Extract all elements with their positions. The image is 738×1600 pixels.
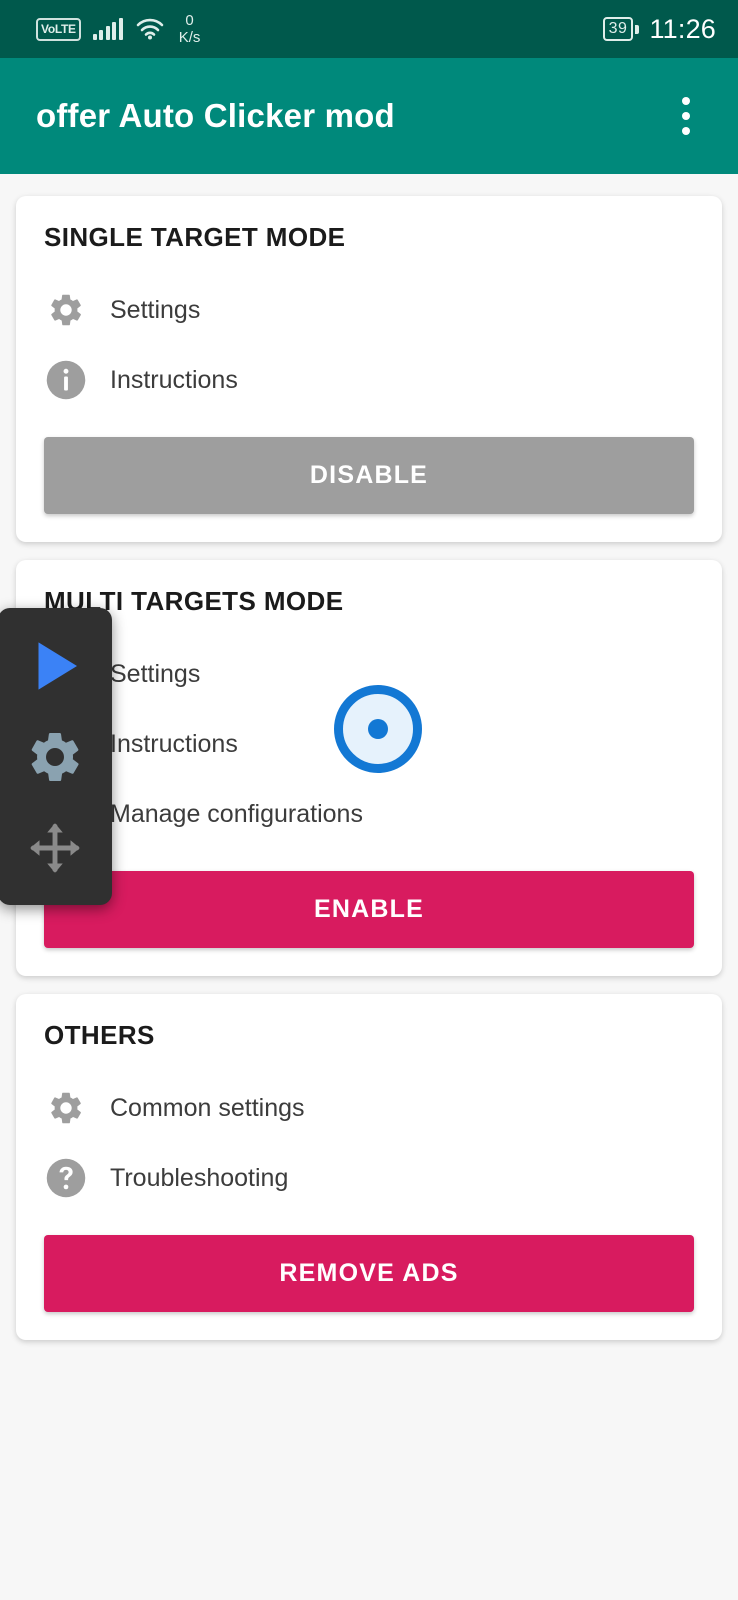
row-label: Settings <box>110 659 201 688</box>
volte-icon: VoLTE <box>36 17 81 41</box>
card-multi-targets-mode: MULTI TARGETS MODE Settings Instructions… <box>16 560 722 976</box>
floating-overlay-panel[interactable] <box>0 608 112 905</box>
target-center-dot <box>368 719 388 739</box>
battery-cap <box>635 24 640 34</box>
row-label: Common settings <box>110 1093 305 1122</box>
info-icon <box>44 358 88 402</box>
card-others: OTHERS Common settings Troubleshooting R… <box>16 994 722 1340</box>
battery-percent: 39 <box>602 17 634 41</box>
row-single-settings[interactable]: Settings <box>44 275 694 345</box>
battery-icon: 39 <box>602 17 640 41</box>
move-icon[interactable] <box>17 810 93 886</box>
gear-icon <box>44 1086 88 1130</box>
network-speed-value: 0 <box>185 12 194 29</box>
remove-ads-button[interactable]: REMOVE ADS <box>44 1235 694 1312</box>
help-icon <box>44 1156 88 1200</box>
card-single-target-mode: SINGLE TARGET MODE Settings Instructions… <box>16 196 722 542</box>
enable-multi-targets-button[interactable]: ENABLE <box>44 871 694 948</box>
play-icon[interactable] <box>17 628 93 704</box>
row-single-instructions[interactable]: Instructions <box>44 345 694 415</box>
status-bar-right: 39 11:26 <box>602 13 716 45</box>
row-label: Instructions <box>110 729 238 758</box>
row-label: Settings <box>110 295 201 324</box>
network-speed-unit: K/s <box>178 29 201 46</box>
row-label: Troubleshooting <box>110 1163 289 1192</box>
status-bar-clock: 11:26 <box>649 13 716 44</box>
wifi-icon <box>135 17 165 41</box>
app-bar: offer Auto Clicker mod <box>0 58 738 174</box>
status-bar: VoLTE 0 K/s 39 11:26 <box>0 0 738 58</box>
gear-icon[interactable] <box>17 719 93 795</box>
gear-icon <box>44 288 88 332</box>
card-title: MULTI TARGETS MODE <box>44 586 344 616</box>
row-troubleshooting[interactable]: Troubleshooting <box>44 1143 694 1213</box>
row-common-settings[interactable]: Common settings <box>44 1073 694 1143</box>
app-screen: VoLTE 0 K/s 39 11:26 offer Auto Clicker … <box>0 0 738 1600</box>
signal-bars-icon <box>92 18 123 40</box>
more-vert-icon[interactable] <box>658 88 714 144</box>
page-title: offer Auto Clicker mod <box>36 97 395 134</box>
row-manage-configurations[interactable]: Manage configurations <box>44 779 694 849</box>
network-speed-indicator: 0 K/s <box>179 13 201 45</box>
row-label: Instructions <box>110 365 238 394</box>
card-title: SINGLE TARGET MODE <box>44 222 346 252</box>
row-label: Manage configurations <box>110 799 363 828</box>
target-point-marker[interactable] <box>334 685 422 773</box>
card-title: OTHERS <box>44 1020 155 1050</box>
status-bar-left: VoLTE 0 K/s <box>36 13 603 45</box>
disable-single-target-button[interactable]: DISABLE <box>44 437 694 514</box>
